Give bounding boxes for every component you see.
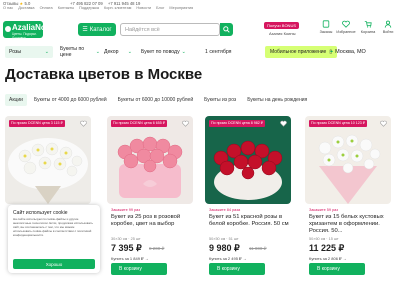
product-image[interactable] — [107, 116, 193, 204]
login-link[interactable]: Войти — [378, 20, 398, 34]
flower-logo-icon — [5, 26, 11, 32]
promo-badge: По промо DCENN цена 8 982 ₽ — [209, 120, 266, 127]
cookie-accept-button[interactable]: Хорошо — [13, 259, 95, 269]
product-meta: 50×50 см · 51 шт — [209, 237, 239, 241]
menu-icon: ☰ — [82, 27, 88, 33]
product-price: 11 225 ₽ — [309, 243, 345, 253]
logo-tagline: Цветы. Подарки. Доставка — [12, 32, 37, 40]
add-to-cart-button[interactable]: В корзину — [111, 263, 167, 275]
logo-name: AzaliaNow — [12, 23, 53, 32]
link-delivery[interactable]: Доставка — [18, 6, 34, 10]
chevron-down-icon: ⌄ — [127, 49, 132, 55]
location-icon: ⌖ — [330, 48, 334, 55]
nav-decor[interactable]: Декор ⌄ — [100, 46, 136, 58]
cookie-title: Сайт использует cookie — [13, 210, 68, 216]
product-price: 7 395 ₽ — [111, 243, 142, 253]
product-meta: 30×30 см · 25 шт — [111, 237, 141, 241]
cart-link[interactable]: Корзина — [358, 20, 378, 34]
logo[interactable]: AzaliaNow Цветы. Подарки. Доставка — [3, 21, 52, 40]
installment-link[interactable]: Купить за 2 495 ₽ → — [209, 256, 247, 261]
add-to-cart-button[interactable]: В корзину — [209, 263, 265, 275]
product-card[interactable]: По промо DCENN цена 10 123 ₽ Закажите 59… — [305, 116, 391, 281]
bonus-sub-label: Азалия Коины — [269, 31, 296, 36]
installment-link[interactable]: Купить за 2 806 ₽ → — [309, 256, 347, 261]
search-icon — [223, 26, 230, 33]
link-payment[interactable]: Оплата — [40, 6, 53, 10]
catalog-label: Каталог — [89, 26, 112, 33]
product-price: 9 980 ₽ — [209, 243, 240, 253]
nav-roses[interactable]: Розы ⌄ — [5, 46, 53, 58]
product-image[interactable] — [5, 116, 91, 204]
tab-birthday[interactable]: Букеты на день рождения — [243, 94, 311, 106]
nav-september-1[interactable]: 1 сентября — [201, 46, 241, 58]
tab-roses[interactable]: Букеты из роз — [200, 94, 240, 106]
promo-badge: По промо DCENN цена 10 123 ₽ — [309, 120, 368, 127]
favorite-icon[interactable] — [182, 120, 189, 127]
product-image[interactable] — [205, 116, 291, 204]
promo-badge: По промо DCENN цена 3 115 ₽ — [9, 120, 65, 127]
top-bar: Отзывы ★ 5.0 +7 495 822 07 09 +7 911 945… — [0, 0, 400, 10]
product-title[interactable]: Букет из 15 белых кустовых хризантем в о… — [309, 214, 389, 235]
link-about[interactable]: О нас — [3, 6, 13, 10]
product-card[interactable]: По промо DCENN цена 6 655 ₽ Закажите 99 … — [107, 116, 193, 281]
chevron-down-icon: ⌄ — [181, 49, 186, 55]
user-icon — [384, 20, 392, 28]
product-card[interactable]: По промо DCENN цена 8 982 ₽ Закажите 84 … — [205, 116, 291, 281]
favorite-icon[interactable] — [280, 120, 287, 127]
chevron-down-icon: ⌄ — [44, 49, 49, 55]
orders-link[interactable]: Заказы — [316, 20, 336, 34]
info-links: О нас Доставка Оплата Контакты Поддержка… — [3, 6, 193, 10]
tab-6000-10000[interactable]: Букеты от 6000 до 10000 рублей — [114, 94, 197, 106]
installment-link[interactable]: Купить за 1 849 ₽ → — [111, 256, 149, 261]
promo-badge: По промо DCENN цена 6 655 ₽ — [111, 120, 168, 127]
cookie-text: На сайте используются cookie-файлы и дру… — [13, 217, 93, 237]
cookie-banner: Сайт использует cookie На сайте использу… — [8, 205, 100, 273]
catalog-button[interactable]: ☰ Каталог — [78, 23, 116, 36]
link-contacts[interactable]: Контакты — [58, 6, 74, 10]
order-count: Закажите 99 раз — [111, 208, 140, 212]
city-selector[interactable]: ⌖ Москва, МО — [330, 46, 366, 58]
old-price: 11 000 ₽ — [249, 246, 267, 251]
tab-sales[interactable]: Акции — [5, 94, 27, 106]
link-support[interactable]: Поддержка — [79, 6, 99, 10]
link-blog[interactable]: Блог — [156, 6, 164, 10]
product-meta: 50×60 см · 15 шт — [309, 237, 339, 241]
add-to-cart-button[interactable]: В корзину — [309, 263, 365, 275]
favorite-icon[interactable] — [80, 120, 87, 127]
orders-icon — [322, 20, 330, 28]
product-title[interactable]: Букет из 51 красной розы в белой коробке… — [209, 214, 289, 228]
link-corporate[interactable]: Корп. клиентам — [104, 6, 131, 10]
favorites-link[interactable]: Избранное — [336, 20, 356, 34]
bonus-button[interactable]: Получи BONUS — [264, 22, 299, 29]
cart-icon — [364, 21, 372, 28]
product-title[interactable]: Букет из 25 роз в розовой коробке, цвет … — [111, 214, 191, 228]
nav-by-occasion[interactable]: Букет по поводу ⌄ — [137, 46, 195, 58]
order-count: Закажите 84 раза — [209, 208, 241, 212]
search-button[interactable] — [220, 23, 233, 36]
search-input[interactable]: Найдётся всё — [120, 23, 220, 36]
product-image[interactable] — [305, 116, 391, 204]
link-news[interactable]: Новости — [136, 6, 151, 10]
heart-icon — [342, 20, 350, 28]
tab-4000-6000[interactable]: Букеты от 4000 до 6000 рублей — [30, 94, 111, 106]
old-price: 8 200 ₽ — [149, 246, 165, 251]
order-count: Закажите 59 раз — [309, 208, 338, 212]
page-title: Доставка цветов в Москве — [5, 66, 203, 83]
nav-by-price[interactable]: Букеты по цене ⌄ — [56, 46, 104, 58]
link-events[interactable]: Мероприятия — [169, 6, 193, 10]
favorite-icon[interactable] — [380, 120, 387, 127]
category-tabs: Акции Букеты от 4000 до 6000 рублей Буке… — [5, 94, 311, 106]
mobile-app-button[interactable]: Мобильное приложение ▯ — [265, 46, 338, 58]
